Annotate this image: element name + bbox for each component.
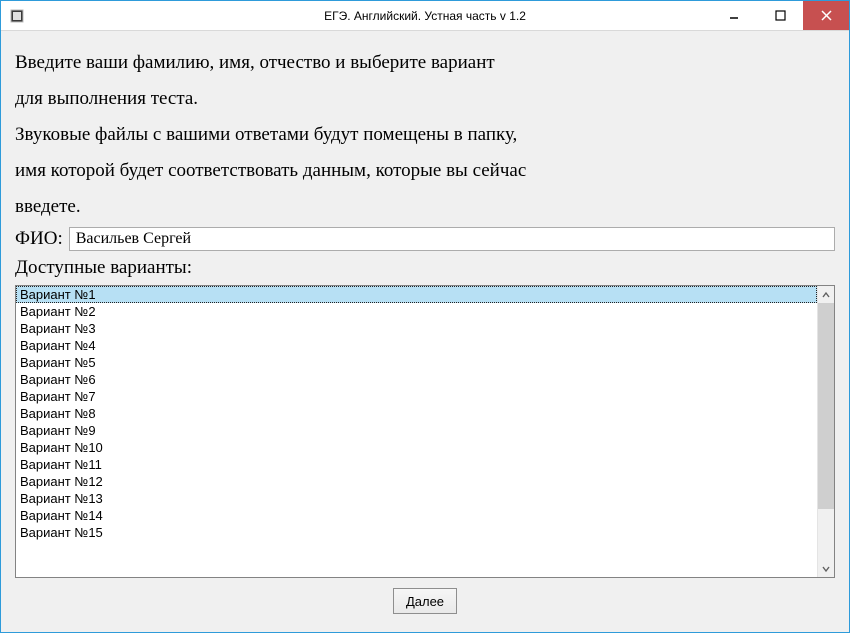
- minimize-button[interactable]: [711, 1, 757, 30]
- list-item[interactable]: Вариант №11: [16, 456, 817, 473]
- list-item[interactable]: Вариант №7: [16, 388, 817, 405]
- client-area: Введите ваши фамилию, имя, отчество и вы…: [1, 31, 849, 632]
- list-item[interactable]: Вариант №15: [16, 524, 817, 541]
- maximize-button[interactable]: [757, 1, 803, 30]
- list-item[interactable]: Вариант №5: [16, 354, 817, 371]
- list-item[interactable]: Вариант №9: [16, 422, 817, 439]
- app-window: ЕГЭ. Английский. Устная часть v 1.2 Введ…: [0, 0, 850, 633]
- instruction-line: Введите ваши фамилию, имя, отчество и вы…: [15, 45, 835, 81]
- list-item[interactable]: Вариант №1: [16, 286, 817, 303]
- scroll-track[interactable]: [818, 303, 834, 560]
- app-icon: [7, 1, 27, 30]
- instruction-line: введете.: [15, 189, 835, 225]
- fio-input[interactable]: [69, 227, 835, 251]
- list-item[interactable]: Вариант №10: [16, 439, 817, 456]
- list-item[interactable]: Вариант №12: [16, 473, 817, 490]
- scroll-down-button[interactable]: [818, 560, 834, 577]
- list-item[interactable]: Вариант №14: [16, 507, 817, 524]
- variants-list[interactable]: Вариант №1Вариант №2Вариант №3Вариант №4…: [16, 286, 817, 577]
- scrollbar[interactable]: [817, 286, 834, 577]
- list-item[interactable]: Вариант №13: [16, 490, 817, 507]
- titlebar[interactable]: ЕГЭ. Английский. Устная часть v 1.2: [1, 1, 849, 31]
- variants-listbox[interactable]: Вариант №1Вариант №2Вариант №3Вариант №4…: [15, 285, 835, 578]
- instruction-line: имя которой будет соответствовать данным…: [15, 153, 835, 189]
- list-item[interactable]: Вариант №4: [16, 337, 817, 354]
- fio-row: ФИО:: [15, 227, 835, 251]
- variants-label: Доступные варианты:: [15, 257, 835, 279]
- list-item[interactable]: Вариант №6: [16, 371, 817, 388]
- instruction-text: Введите ваши фамилию, имя, отчество и вы…: [15, 45, 835, 225]
- close-button[interactable]: [803, 1, 849, 30]
- scroll-up-button[interactable]: [818, 286, 834, 303]
- list-item[interactable]: Вариант №2: [16, 303, 817, 320]
- list-item[interactable]: Вариант №3: [16, 320, 817, 337]
- instruction-line: для выполнения теста.: [15, 81, 835, 117]
- list-item[interactable]: Вариант №8: [16, 405, 817, 422]
- fio-label: ФИО:: [15, 228, 63, 250]
- window-controls: [711, 1, 849, 30]
- scroll-thumb[interactable]: [818, 303, 834, 509]
- next-button[interactable]: Далее: [393, 588, 457, 614]
- instruction-line: Звуковые файлы с вашими ответами будут п…: [15, 117, 835, 153]
- button-row: Далее: [15, 578, 835, 618]
